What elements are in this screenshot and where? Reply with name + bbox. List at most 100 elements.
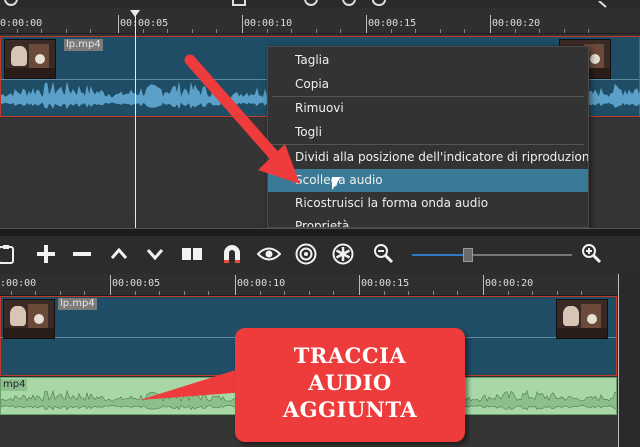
ruler-minor-tick <box>134 291 136 295</box>
zoom-in-icon[interactable] <box>597 0 611 8</box>
menu-item-remove[interactable]: Rimuovi <box>268 97 588 120</box>
ruler-minor-tick <box>284 291 285 295</box>
ruler-minor-tick <box>41 29 42 33</box>
ruler-minor-tick <box>84 291 85 295</box>
ripple-all-icon[interactable] <box>342 0 356 6</box>
ruler-minor-tick <box>315 29 317 33</box>
ruler-tick <box>483 275 484 295</box>
video-editor-window: 00:00:00 00:00:05 00:00:10 00:00:15 00:00:20… <box>0 0 640 447</box>
ruler-label: 00:00:20 <box>492 18 541 29</box>
ruler-minor-tick <box>167 29 168 33</box>
annotation-callout: TRACCIA AUDIO AGGIUNTA <box>235 328 465 442</box>
playhead-line[interactable] <box>618 274 619 447</box>
ruler-minor-tick <box>208 291 209 295</box>
remove-icon[interactable] <box>70 242 94 266</box>
playhead-line[interactable] <box>135 12 136 228</box>
zoom-slider-handle[interactable] <box>463 248 473 262</box>
ruler-label: 00:00:05 <box>120 18 169 29</box>
ruler-minor-tick <box>390 29 392 33</box>
ruler-minor-tick <box>464 29 465 33</box>
bottom-time-ruler[interactable]: 00:00:00 00:00:05 00:00:10 00:00:15 00:00:20 <box>0 274 640 296</box>
ruler-minor-tick <box>35 291 36 295</box>
split-icon[interactable] <box>232 0 246 6</box>
menu-item-split-at-playhead[interactable]: Dividi alla posizione dell'indicatore di… <box>268 146 588 169</box>
zoom-in-icon[interactable] <box>580 242 604 266</box>
top-toolbar-strip <box>0 0 640 8</box>
ruler-minor-tick <box>59 291 61 295</box>
clip-thumbnail-start <box>3 299 55 339</box>
ruler-minor-tick <box>159 291 160 295</box>
menu-item-rebuild-waveform[interactable]: Ricostruisci la forma onda audio <box>268 192 588 215</box>
zoom-slider-fill <box>412 254 468 256</box>
timeline-right-edge <box>619 274 640 447</box>
ruler-tick <box>366 15 367 33</box>
ruler-minor-tick <box>556 291 558 295</box>
add-icon[interactable] <box>34 242 58 266</box>
ruler-minor-tick <box>142 29 144 33</box>
ruler-label: 00:00:00 <box>0 278 37 289</box>
clip-context-menu: Taglia Copia Rimuovi Togli Dividi alla p… <box>267 46 589 228</box>
ruler-minor-tick <box>183 291 185 295</box>
ruler-minor-tick <box>333 291 334 295</box>
zoom-slider[interactable] <box>412 254 572 256</box>
ruler-tick <box>118 15 119 33</box>
ripple-target-icon[interactable] <box>294 242 318 266</box>
ruler-minor-tick <box>415 29 416 33</box>
ruler-minor-tick <box>514 29 516 33</box>
ruler-minor-tick <box>539 29 540 33</box>
ruler-minor-tick <box>291 29 292 33</box>
menu-item-properties[interactable]: Proprietà <box>268 215 588 227</box>
menu-item-lift[interactable]: Togli <box>268 121 588 144</box>
ruler-tick <box>110 275 111 295</box>
menu-item-detach-audio[interactable]: Scollega audio <box>268 169 588 192</box>
playhead-handle[interactable] <box>130 10 140 17</box>
clip-thumbnail-start <box>4 39 56 79</box>
ruler-label: 00:00:15 <box>368 18 417 29</box>
ruler-tick <box>490 15 491 33</box>
top-timeline-panel: 00:00:00 00:00:05 00:00:10 00:00:15 00:00:20… <box>0 0 640 228</box>
top-time-ruler[interactable]: 00:00:00 00:00:05 00:00:10 00:00:15 00:00:20 <box>0 8 640 34</box>
ruler-label: 00:00:15 <box>361 278 410 289</box>
ruler-minor-tick <box>383 291 385 295</box>
ruler-minor-tick <box>65 29 67 33</box>
ruler-minor-tick <box>581 291 582 295</box>
zoom-out-icon[interactable] <box>372 0 386 6</box>
callout-text: TRACCIA AUDIO AGGIUNTA <box>282 343 418 422</box>
ruler-minor-tick <box>259 291 261 295</box>
ruler-tick <box>359 275 360 295</box>
down-icon[interactable] <box>143 242 167 266</box>
up-icon[interactable] <box>107 242 131 266</box>
clip-name-label: lp.mp4 <box>64 39 103 51</box>
eye-icon[interactable] <box>257 242 281 266</box>
ruler-tick <box>242 15 243 33</box>
ruler-minor-tick <box>266 29 268 33</box>
ripple-target-icon[interactable] <box>304 0 318 6</box>
ruler-minor-tick <box>588 29 589 33</box>
ruler-minor-tick <box>532 291 533 295</box>
panel-splitter[interactable] <box>0 228 640 236</box>
zoom-out-icon[interactable] <box>372 242 396 266</box>
split-icon[interactable] <box>180 242 204 266</box>
ruler-minor-tick <box>90 29 91 33</box>
ruler-minor-tick <box>408 291 409 295</box>
ruler-minor-tick <box>432 291 434 295</box>
ruler-minor-tick <box>439 29 441 33</box>
menu-separator <box>272 144 584 145</box>
snap-magnet-icon[interactable] <box>220 242 244 266</box>
ripple-all-icon[interactable] <box>331 242 355 266</box>
ruler-label: 00:00:10 <box>237 278 286 289</box>
clip-thumbnail-end <box>556 299 608 339</box>
ruler-minor-tick <box>216 29 217 33</box>
ruler-label: 00:00:10 <box>244 18 293 29</box>
ruler-minor-tick <box>308 291 310 295</box>
ruler-minor-tick <box>507 291 509 295</box>
clip-name-label: lp.mp4 <box>58 298 97 310</box>
ruler-label: 00:00:00 <box>0 18 43 29</box>
ruler-minor-tick <box>340 29 341 33</box>
menu-item-copy[interactable]: Copia <box>268 73 588 96</box>
ruler-minor-tick <box>457 291 458 295</box>
ruler-minor-tick <box>10 291 12 295</box>
clipboard-icon[interactable] <box>4 0 18 6</box>
menu-item-cut[interactable]: Taglia <box>268 49 588 72</box>
clipboard-icon[interactable] <box>0 242 18 266</box>
